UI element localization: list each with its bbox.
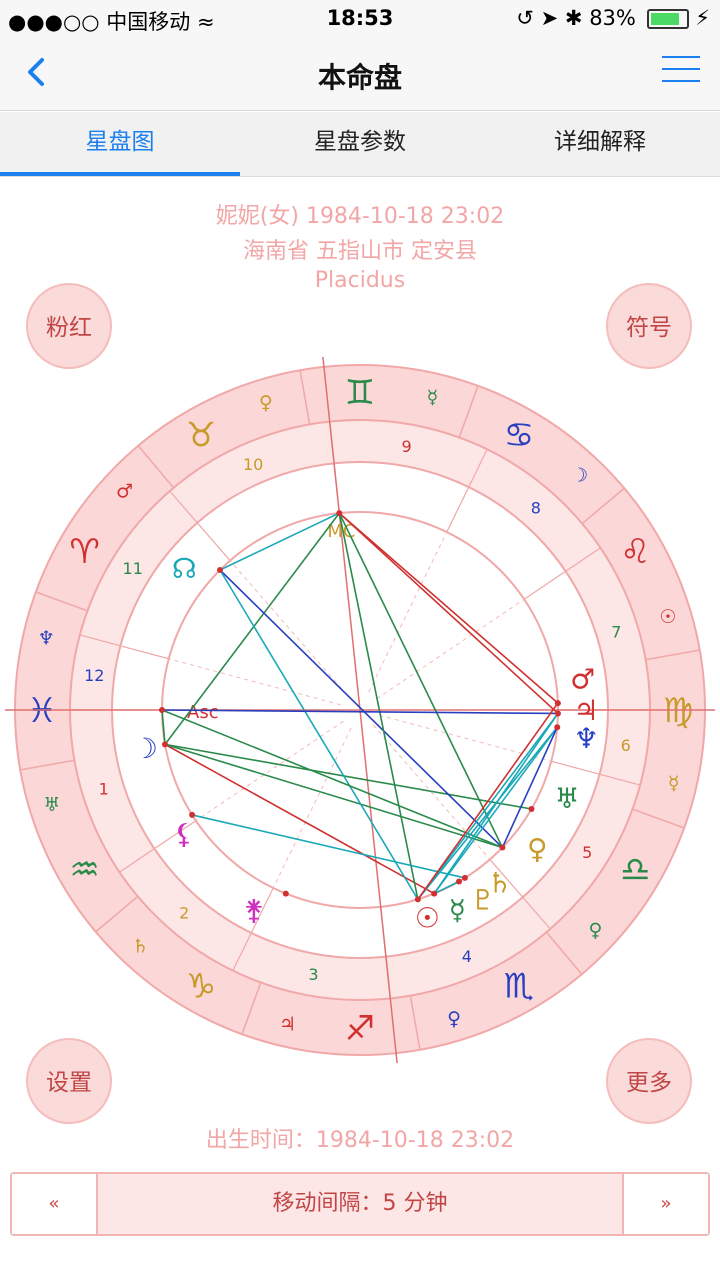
- sign-ruler-glyph: ☽: [571, 465, 588, 487]
- planet-point: [461, 874, 468, 881]
- planet-glyph[interactable]: ☉: [415, 901, 440, 934]
- zodiac-sign-glyph: ♏: [504, 966, 534, 1006]
- sign-ruler-glyph: ♅: [44, 794, 61, 816]
- hamburger-icon: [662, 56, 700, 58]
- sign-ruler-glyph: ☿: [668, 772, 680, 794]
- lock-rotation-icon: ↺: [516, 6, 534, 30]
- planet-point: [554, 710, 561, 717]
- house-number: 4: [462, 947, 472, 966]
- tab-details[interactable]: 详细解释: [480, 112, 720, 176]
- zodiac-sign-glyph: ♉: [186, 416, 216, 456]
- planet-glyph[interactable]: ♇: [471, 884, 496, 917]
- house-number: 6: [621, 736, 631, 755]
- house-number: 2: [179, 903, 189, 922]
- house-number: 10: [243, 455, 263, 474]
- bluetooth-icon: ✱: [564, 6, 583, 30]
- planet-glyph[interactable]: ♅: [555, 782, 580, 815]
- tab-chart[interactable]: 星盘图: [0, 112, 240, 176]
- nav-bar: 本命盘: [0, 36, 720, 111]
- tab-parameters[interactable]: 星盘参数: [240, 112, 480, 176]
- location-info: 海南省 五指山市 定安县: [243, 239, 477, 264]
- planet-point: [554, 724, 561, 731]
- step-interval-label: 移动间隔：5 分钟: [272, 1191, 448, 1216]
- sign-ruler-glyph: ♃: [279, 1014, 296, 1036]
- planet-point: [528, 806, 535, 812]
- planet-point: [159, 707, 165, 713]
- step-forward-button[interactable]: »: [622, 1174, 708, 1234]
- planet-point: [162, 741, 169, 748]
- time-stepper: « 移动间隔：5 分钟 »: [10, 1172, 710, 1236]
- planet-glyph[interactable]: ♆: [574, 722, 599, 755]
- menu-button[interactable]: [662, 56, 700, 86]
- sign-ruler-glyph: ♀: [447, 1008, 461, 1030]
- house-number: 8: [531, 499, 541, 518]
- planet-glyph[interactable]: ⚸: [174, 817, 195, 850]
- sign-ruler-glyph: ♆: [38, 628, 55, 650]
- zodiac-sign-glyph: ♋: [504, 416, 534, 456]
- sign-ruler-glyph: ♀: [589, 920, 603, 942]
- sign-ruler-glyph: ♀: [259, 392, 273, 414]
- active-tab-indicator: [0, 172, 240, 176]
- planet-point: [554, 700, 561, 707]
- planet-point: [336, 510, 343, 517]
- planet-point: [216, 566, 223, 573]
- zodiac-sign-glyph: ♑: [186, 966, 216, 1006]
- birth-time-label: 出生时间：1984-10-18 23:02: [205, 1128, 515, 1153]
- step-back-button[interactable]: «: [12, 1174, 98, 1234]
- planet-glyph[interactable]: ☿: [449, 894, 466, 927]
- page-title: 本命盘: [317, 61, 402, 94]
- zodiac-sign-glyph: ♒: [69, 850, 99, 890]
- astrology-wheel[interactable]: ♈♂♉♀ ♊ ☿♋☽♌☉♍☿♎♀♏♀♐♃♑♄♒♅♓♆ 123456789101112…: [0, 350, 720, 1070]
- battery-percent: 83%: [589, 6, 636, 30]
- zodiac-sign-glyph: ♐: [345, 1009, 375, 1049]
- sign-ruler-glyph: ♄: [132, 935, 149, 957]
- zodiac-sign-glyph: ♓: [27, 691, 57, 731]
- house-number: 1: [99, 779, 109, 798]
- planet-point: [282, 890, 289, 897]
- planet-glyph[interactable]: ☊: [172, 552, 197, 585]
- subject-info: 妮妮(女) 1984-10-18 23:02: [215, 204, 505, 229]
- zodiac-sign-glyph: ♌: [620, 532, 650, 572]
- house-number: 12: [84, 666, 104, 685]
- sign-ruler-glyph: ☉: [659, 606, 676, 628]
- status-right: ↺ ➤ ✱ 83% ⚡: [516, 6, 710, 30]
- zodiac-sign-glyph: ♎: [620, 850, 650, 890]
- planet-point: [499, 844, 506, 851]
- planet-point: [456, 878, 462, 885]
- asc-label: Asc: [187, 702, 219, 723]
- house-number: 5: [582, 843, 592, 862]
- zodiac-sign-glyph: ♊: [345, 373, 375, 413]
- zodiac-sign-glyph: ♍: [663, 691, 693, 731]
- planet-glyph[interactable]: ♂: [570, 663, 595, 696]
- battery-icon: [646, 9, 689, 29]
- house-number: 3: [308, 965, 318, 984]
- charging-icon: ⚡: [695, 6, 710, 30]
- house-number: 11: [123, 559, 143, 578]
- planet-glyph[interactable]: ♀: [527, 833, 548, 866]
- planet-point: [431, 890, 438, 897]
- zodiac-sign-glyph: ♈: [69, 532, 99, 572]
- house-number: 9: [401, 437, 411, 456]
- sign-ruler-glyph: ☿: [427, 386, 439, 408]
- status-bar: ●●●○○ 中国移动 ≈ 18:53 ↺ ➤ ✱ 83% ⚡: [0, 0, 720, 36]
- location-icon: ➤: [540, 6, 559, 30]
- planet-glyph[interactable]: ☽: [133, 732, 158, 765]
- sign-ruler-glyph: ♂: [116, 480, 133, 502]
- planet-glyph[interactable]: ⚵: [244, 894, 265, 927]
- tab-bar: 星盘图 星盘参数 详细解释: [0, 112, 720, 177]
- house-system-info: Placidus: [314, 268, 406, 293]
- house-number: 7: [611, 623, 621, 642]
